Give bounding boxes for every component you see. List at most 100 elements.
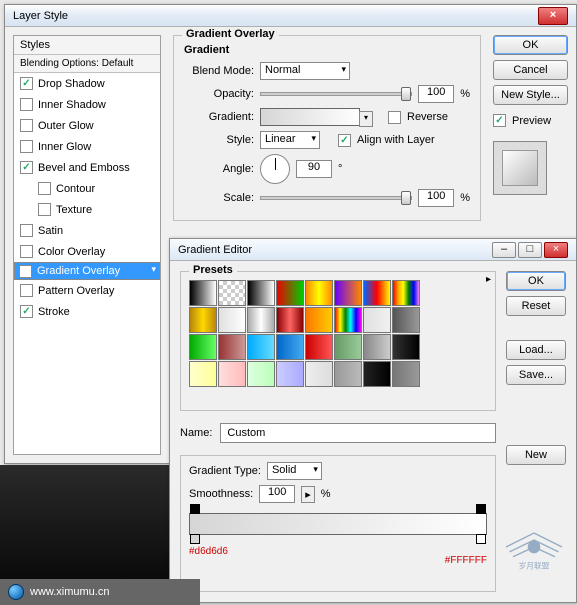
- style-row-contour[interactable]: Contour: [14, 178, 160, 199]
- new-button[interactable]: New: [506, 445, 566, 465]
- blend-mode-select[interactable]: Normal: [260, 62, 350, 80]
- preset-swatch[interactable]: [305, 334, 333, 360]
- preset-swatch[interactable]: [218, 361, 246, 387]
- footer-url[interactable]: www.ximumu.cn: [30, 586, 109, 598]
- preset-swatch[interactable]: [247, 280, 275, 306]
- style-checkbox[interactable]: [19, 265, 32, 278]
- reverse-checkbox[interactable]: [388, 111, 401, 124]
- preset-swatch[interactable]: [363, 280, 391, 306]
- style-checkbox[interactable]: [20, 119, 33, 132]
- style-row-inner-shadow[interactable]: Inner Shadow: [14, 94, 160, 115]
- gradient-editor-titlebar[interactable]: Gradient Editor – □ ×: [170, 239, 576, 261]
- preset-swatch[interactable]: [189, 280, 217, 306]
- color-stop-right[interactable]: [476, 534, 486, 544]
- style-checkbox[interactable]: [20, 224, 33, 237]
- color-stop-left[interactable]: [190, 534, 200, 544]
- preview-checkbox[interactable]: [493, 114, 506, 127]
- style-row-color-overlay[interactable]: Color Overlay: [14, 241, 160, 262]
- preset-swatch[interactable]: [218, 280, 246, 306]
- style-checkbox[interactable]: [20, 245, 33, 258]
- style-checkbox[interactable]: [20, 98, 33, 111]
- preset-swatch[interactable]: [247, 361, 275, 387]
- smoothness-label: Smoothness:: [189, 488, 253, 500]
- preset-swatch[interactable]: [276, 361, 304, 387]
- maximize-icon[interactable]: □: [518, 242, 542, 258]
- preset-swatch[interactable]: [276, 280, 304, 306]
- style-row-gradient-overlay[interactable]: Gradient Overlay: [14, 262, 160, 280]
- preset-swatch[interactable]: [334, 280, 362, 306]
- blending-options-row[interactable]: Blending Options: Default: [14, 55, 160, 73]
- style-checkbox[interactable]: [20, 140, 33, 153]
- style-checkbox[interactable]: [20, 77, 33, 90]
- style-row-texture[interactable]: Texture: [14, 199, 160, 220]
- preset-swatch[interactable]: [392, 280, 420, 306]
- preset-swatch[interactable]: [218, 307, 246, 333]
- align-checkbox[interactable]: [338, 134, 351, 147]
- preset-swatch[interactable]: [305, 361, 333, 387]
- preset-swatch[interactable]: [392, 307, 420, 333]
- preset-swatch[interactable]: [305, 280, 333, 306]
- scale-input[interactable]: 100: [418, 189, 454, 207]
- styles-header[interactable]: Styles: [14, 36, 160, 55]
- close-icon[interactable]: ×: [544, 242, 568, 258]
- style-label: Pattern Overlay: [38, 285, 114, 297]
- preset-swatch[interactable]: [363, 307, 391, 333]
- style-checkbox[interactable]: [20, 284, 33, 297]
- close-icon[interactable]: ×: [538, 7, 568, 25]
- style-row-stroke[interactable]: Stroke: [14, 301, 160, 322]
- layer-style-title: Layer Style: [13, 10, 68, 22]
- minimize-icon[interactable]: –: [492, 242, 516, 258]
- opacity-slider[interactable]: [260, 92, 412, 96]
- style-row-drop-shadow[interactable]: Drop Shadow: [14, 73, 160, 94]
- preset-swatch[interactable]: [189, 334, 217, 360]
- layer-style-titlebar[interactable]: Layer Style ×: [5, 5, 576, 27]
- load-button[interactable]: Load...: [506, 340, 566, 360]
- angle-dial[interactable]: [260, 154, 290, 184]
- presets-menu-icon[interactable]: ▸: [486, 274, 491, 285]
- preset-swatch[interactable]: [334, 334, 362, 360]
- style-label: Inner Shadow: [38, 99, 106, 111]
- angle-input[interactable]: 90: [296, 160, 332, 178]
- preset-swatch[interactable]: [392, 334, 420, 360]
- preset-swatch[interactable]: [247, 307, 275, 333]
- preset-swatch[interactable]: [363, 361, 391, 387]
- style-row-outer-glow[interactable]: Outer Glow: [14, 115, 160, 136]
- preset-swatch[interactable]: [276, 334, 304, 360]
- preset-swatch[interactable]: [189, 307, 217, 333]
- style-row-inner-glow[interactable]: Inner Glow: [14, 136, 160, 157]
- opacity-stop-right[interactable]: [476, 504, 486, 514]
- preset-swatch[interactable]: [334, 361, 362, 387]
- ok-button[interactable]: OK: [493, 35, 568, 55]
- preset-swatch[interactable]: [305, 307, 333, 333]
- cancel-button[interactable]: Cancel: [493, 60, 568, 80]
- gradient-preview[interactable]: [260, 108, 360, 126]
- new-style-button[interactable]: New Style...: [493, 85, 568, 105]
- preset-swatch[interactable]: [334, 307, 362, 333]
- pct-label: %: [460, 192, 470, 204]
- ok-button[interactable]: OK: [506, 271, 566, 291]
- style-checkbox[interactable]: [20, 161, 33, 174]
- save-button[interactable]: Save...: [506, 365, 566, 385]
- style-checkbox[interactable]: [20, 305, 33, 318]
- reset-button[interactable]: Reset: [506, 296, 566, 316]
- style-checkbox[interactable]: [38, 203, 51, 216]
- smoothness-stepper[interactable]: ▸: [301, 486, 315, 503]
- opacity-stop-left[interactable]: [190, 504, 200, 514]
- preset-swatch[interactable]: [218, 334, 246, 360]
- style-row-pattern-overlay[interactable]: Pattern Overlay: [14, 280, 160, 301]
- style-row-bevel-and-emboss[interactable]: Bevel and Emboss: [14, 157, 160, 178]
- preset-swatch[interactable]: [247, 334, 275, 360]
- style-checkbox[interactable]: [38, 182, 51, 195]
- preset-swatch[interactable]: [363, 334, 391, 360]
- gradient-bar[interactable]: [189, 513, 487, 535]
- opacity-input[interactable]: 100: [418, 85, 454, 103]
- style-select[interactable]: Linear: [260, 131, 320, 149]
- preset-swatch[interactable]: [189, 361, 217, 387]
- name-input[interactable]: [220, 423, 496, 443]
- preset-swatch[interactable]: [392, 361, 420, 387]
- style-row-satin[interactable]: Satin: [14, 220, 160, 241]
- preset-swatch[interactable]: [276, 307, 304, 333]
- smoothness-input[interactable]: 100: [259, 485, 295, 503]
- gradient-type-select[interactable]: Solid: [267, 462, 322, 480]
- scale-slider[interactable]: [260, 196, 412, 200]
